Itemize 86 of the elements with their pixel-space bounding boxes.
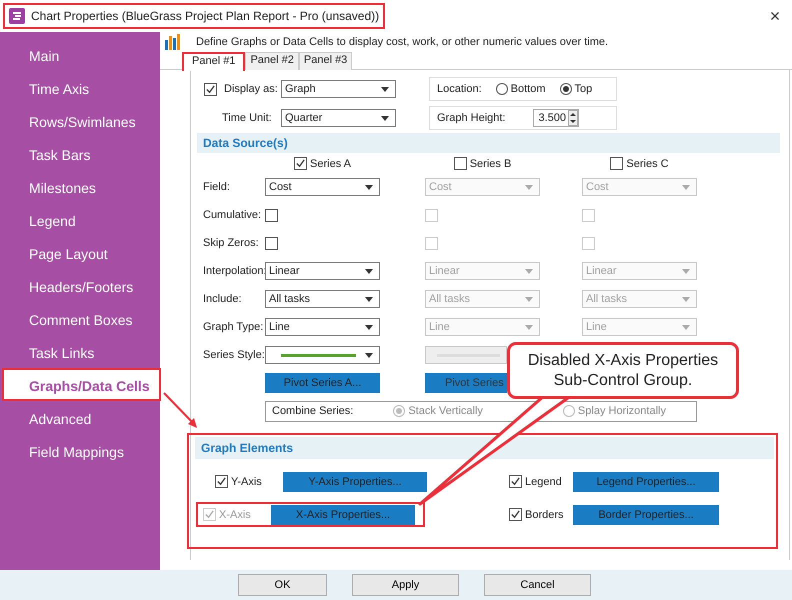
dropdown[interactable]: Linear — [265, 262, 380, 280]
display-as-dropdown[interactable]: Graph — [281, 80, 396, 98]
row-label: Interpolation: — [203, 265, 267, 277]
caret-icon — [365, 324, 373, 330]
properties-button[interactable]: Y-Axis Properties... — [283, 472, 427, 492]
display-as-label: Display as: — [224, 83, 278, 95]
graph-height-spinner[interactable]: 3.500 — [533, 109, 580, 127]
check-icon — [510, 509, 521, 520]
check-icon — [205, 84, 216, 94]
time-unit-label: Time Unit: — [221, 112, 272, 124]
sidebar-item[interactable]: Rows/Swimlanes — [2, 104, 161, 137]
radio-option[interactable]: Bottom — [496, 83, 546, 95]
pivot-button[interactable]: Pivot Series A... — [265, 373, 380, 393]
sidebar-item[interactable]: Headers/Footers — [2, 269, 161, 302]
sidebar-item[interactable]: Comment Boxes — [2, 302, 161, 335]
properties-button[interactable]: Border Properties... — [573, 504, 719, 524]
pivot-button[interactable]: Pivot Series — [425, 373, 507, 393]
sidebar-item[interactable]: Main — [2, 38, 161, 71]
series-checkbox[interactable]: Series C — [610, 157, 669, 170]
caret-icon — [365, 296, 373, 302]
caret-icon — [365, 352, 373, 358]
element-checkbox[interactable]: Borders — [509, 508, 573, 521]
sidebar-item[interactable]: Time Axis — [2, 71, 161, 104]
row-label: Cumulative: — [203, 209, 262, 221]
caret-icon — [365, 268, 373, 274]
graph-height-label: Graph Height: — [437, 112, 506, 124]
row-label: Graph Type: — [203, 321, 264, 333]
app-icon — [9, 8, 25, 24]
sidebar-item[interactable]: Advanced — [2, 401, 161, 434]
sidebar-item[interactable]: Legend — [2, 203, 161, 236]
caret-icon — [525, 324, 533, 330]
window-title: Chart Properties (BlueGrass Project Plan Report - Pro (unsaved)) — [3, 3, 386, 29]
sidebar-item[interactable]: Page Layout — [2, 236, 161, 269]
panel-tab[interactable]: Panel #2 — [245, 52, 299, 70]
arrow — [163, 392, 197, 428]
series-checkbox[interactable]: Series A — [294, 157, 351, 170]
dialog-button[interactable]: Cancel — [484, 574, 591, 596]
dropdown[interactable]: Cost — [265, 178, 380, 196]
spin-arrows-icon[interactable] — [568, 110, 578, 126]
row-label: Include: — [203, 293, 242, 305]
caret-icon — [365, 184, 373, 190]
caret-icon — [525, 296, 533, 302]
check-icon — [204, 509, 215, 520]
check-icon — [216, 476, 227, 487]
row-label: Field: — [203, 181, 230, 193]
caret-icon — [682, 324, 690, 330]
checkbox[interactable] — [265, 208, 278, 222]
dialog-button[interactable]: OK — [238, 574, 327, 596]
time-unit-dropdown[interactable]: Quarter — [281, 109, 396, 127]
caret-icon — [525, 268, 533, 274]
bar-chart-icon — [165, 34, 181, 50]
check-icon — [295, 158, 306, 169]
caret-icon — [381, 86, 389, 92]
element-checkbox[interactable]: Y-Axis — [215, 475, 283, 488]
caret-icon — [525, 184, 533, 190]
checkbox[interactable] — [204, 82, 217, 96]
radio-option[interactable]: Top — [560, 83, 592, 95]
checkbox[interactable] — [265, 236, 278, 250]
location-label: Location: — [437, 83, 482, 95]
series-checkbox[interactable]: Series B — [454, 157, 512, 170]
line-style-dropdown[interactable] — [265, 346, 380, 364]
dropdown[interactable]: All tasks — [265, 290, 380, 308]
caret-icon — [381, 116, 389, 120]
panel-tab[interactable]: Panel #3 — [298, 52, 352, 70]
section-header: Data Source(s) — [197, 133, 780, 153]
dialog-button[interactable]: Apply — [352, 574, 459, 596]
sidebar-item[interactable]: Milestones — [2, 170, 161, 203]
sidebar-item[interactable]: Graphs/Data Cells — [2, 368, 161, 401]
sidebar-item[interactable]: Task Links — [2, 335, 161, 368]
close-button[interactable]: × — [758, 1, 792, 31]
sidebar-item[interactable]: Field Mappings — [2, 434, 161, 467]
sidebar-item[interactable]: Task Bars — [2, 137, 161, 170]
section-header: Graph Elements — [195, 437, 774, 459]
row-label: Skip Zeros: — [203, 237, 259, 249]
element-checkbox[interactable]: Legend — [509, 475, 573, 488]
properties-button[interactable]: Legend Properties... — [573, 472, 719, 492]
caret-icon — [682, 296, 690, 302]
callout: Disabled X-Axis Properties Sub-Control Group. — [507, 342, 739, 399]
row-label: Series Style: — [203, 349, 265, 361]
dropdown[interactable]: Line — [265, 318, 380, 336]
check-icon — [510, 476, 521, 487]
caret-icon — [682, 268, 690, 274]
description-text: Define Graphs or Data Cells to display cost, work, or other numeric values over time. — [196, 36, 608, 48]
combine-series-label: Combine Series: — [272, 405, 354, 417]
caret-icon — [682, 184, 690, 190]
panel-tab[interactable]: Panel #1 — [182, 52, 246, 71]
